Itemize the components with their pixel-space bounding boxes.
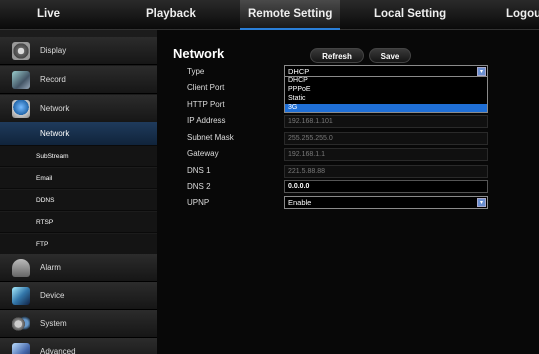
gateway-field[interactable]: 192.168.1.1 bbox=[284, 148, 488, 161]
advanced-icon bbox=[12, 343, 30, 354]
top-nav: Live Playback Remote Setting Local Setti… bbox=[0, 0, 539, 30]
sidebar-subitem-rtsp[interactable]: RTSP bbox=[0, 212, 157, 233]
refresh-button[interactable]: Refresh bbox=[310, 48, 364, 63]
network-icon bbox=[12, 100, 30, 118]
sidebar-subitem-substream[interactable]: SubStream bbox=[0, 146, 157, 167]
sidebar-item-record[interactable]: Record bbox=[0, 66, 157, 94]
ip-address-field[interactable]: 192.168.1.101 bbox=[284, 115, 488, 128]
record-icon bbox=[12, 71, 30, 89]
page-title: Network bbox=[173, 46, 225, 61]
display-icon bbox=[12, 42, 30, 60]
subnet-mask-field[interactable]: 255.255.255.0 bbox=[284, 132, 488, 145]
dns2-label: DNS 2 bbox=[187, 182, 211, 191]
type-option-pppoe[interactable]: PPPoE bbox=[285, 86, 487, 94]
sidebar-subitem-email[interactable]: Email bbox=[0, 168, 157, 189]
tab-remote-setting[interactable]: Remote Setting bbox=[240, 0, 341, 30]
chevron-down-icon[interactable]: ▾ bbox=[477, 198, 486, 207]
dns1-label: DNS 1 bbox=[187, 166, 211, 175]
gateway-label: Gateway bbox=[187, 149, 219, 158]
system-icon bbox=[12, 315, 30, 333]
sidebar-item-label: Record bbox=[40, 75, 66, 84]
sidebar-item-alarm[interactable]: Alarm bbox=[0, 254, 157, 282]
main-panel: Network Refresh Save Type DHCP ▾ DHCP PP… bbox=[157, 30, 539, 354]
sidebar-item-system[interactable]: System bbox=[0, 310, 157, 338]
tab-logout[interactable]: Logou bbox=[506, 0, 539, 30]
type-label: Type bbox=[187, 67, 205, 76]
alarm-icon bbox=[12, 259, 30, 277]
upnp-label: UPNP bbox=[187, 198, 210, 207]
sidebar-item-advanced[interactable]: Advanced bbox=[0, 338, 157, 354]
tab-live[interactable]: Live bbox=[37, 0, 60, 30]
tab-local-setting[interactable]: Local Setting bbox=[374, 0, 446, 30]
sidebar-item-device[interactable]: Device bbox=[0, 282, 157, 310]
device-icon bbox=[12, 287, 30, 305]
subnet-mask-label: Subnet Mask bbox=[187, 133, 234, 142]
sidebar-subitem-ftp[interactable]: FTP bbox=[0, 234, 157, 255]
type-select-value: DHCP bbox=[288, 67, 310, 76]
dns2-field[interactable]: 0.0.0.0 bbox=[284, 180, 488, 193]
sidebar-item-label: Device bbox=[40, 291, 65, 300]
sidebar-item-network[interactable]: Network bbox=[0, 95, 157, 123]
sidebar-item-label: System bbox=[40, 319, 67, 328]
sidebar-subitem-ddns[interactable]: DDNS bbox=[0, 190, 157, 211]
save-button[interactable]: Save bbox=[369, 48, 411, 63]
chevron-down-icon[interactable]: ▾ bbox=[477, 67, 486, 76]
client-port-label: Client Port bbox=[187, 83, 225, 92]
type-option-static[interactable]: Static bbox=[285, 95, 487, 103]
upnp-select[interactable]: Enable ▾ bbox=[284, 196, 488, 209]
ip-address-label: IP Address bbox=[187, 116, 226, 125]
sidebar-item-label: Network bbox=[40, 104, 70, 113]
sidebar-item-display[interactable]: Display bbox=[0, 37, 157, 65]
sidebar-item-label: Display bbox=[40, 46, 67, 55]
sidebar-item-label: Advanced bbox=[40, 347, 76, 354]
sidebar-item-label: Alarm bbox=[40, 263, 61, 272]
tab-playback[interactable]: Playback bbox=[146, 0, 196, 30]
sidebar-subitem-network[interactable]: Network bbox=[0, 122, 157, 146]
type-option-dhcp[interactable]: DHCP bbox=[285, 77, 487, 85]
dns1-field[interactable]: 221.5.88.88 bbox=[284, 165, 488, 178]
type-option-3g[interactable]: 3G bbox=[285, 104, 487, 112]
http-port-label: HTTP Port bbox=[187, 100, 225, 109]
upnp-select-value: Enable bbox=[288, 198, 312, 207]
type-dropdown-list: DHCP PPPoE Static 3G bbox=[284, 76, 488, 113]
sidebar: Display Record Network Network SubStream… bbox=[0, 30, 157, 354]
